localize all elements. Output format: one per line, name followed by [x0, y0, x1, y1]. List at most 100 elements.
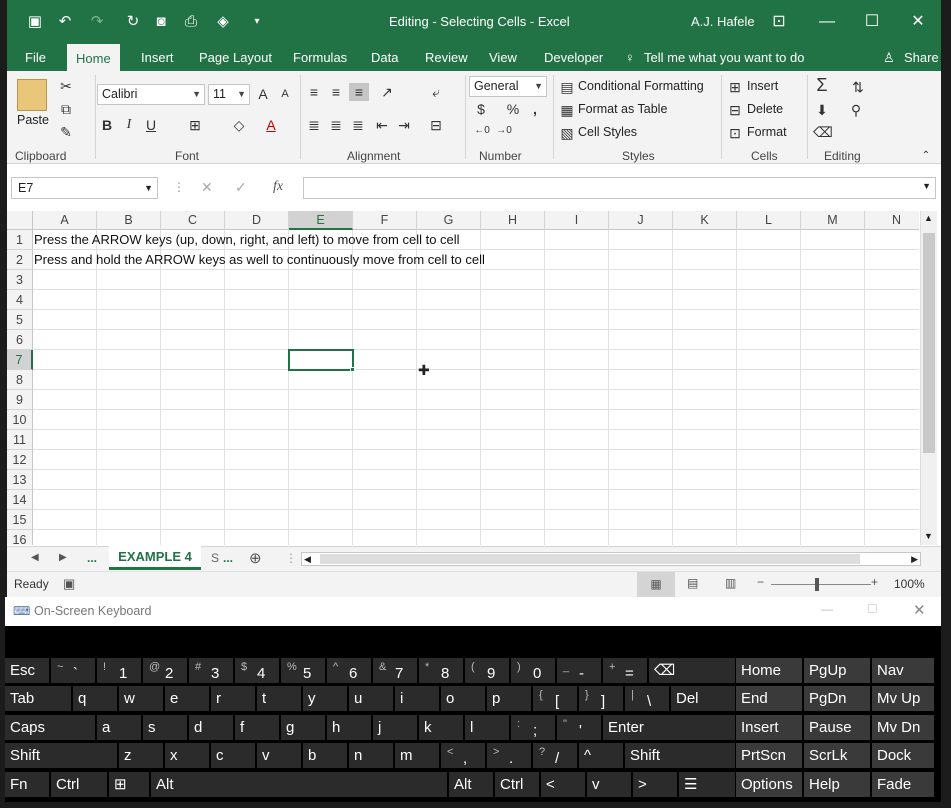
page-layout-view-icon[interactable]: ▤	[687, 576, 698, 590]
macro-record-icon[interactable]: ▣	[63, 576, 75, 592]
osk-key[interactable]: i	[395, 686, 439, 711]
osk-key[interactable]: ~ `	[51, 658, 95, 683]
normal-view-icon[interactable]: ▦	[637, 572, 675, 597]
osk-key[interactable]: k	[419, 715, 463, 740]
row-header-6[interactable]: 6	[7, 330, 33, 350]
osk-nav-key[interactable]: PgDn	[804, 686, 870, 711]
borders-icon[interactable]: ⊞	[187, 116, 203, 134]
new-sheet-icon[interactable]: ⊕	[249, 549, 262, 567]
osk-nav-key[interactable]: PgUp	[804, 658, 870, 683]
osk-key[interactable]: }]	[579, 686, 623, 711]
osk-key[interactable]: u	[349, 686, 393, 711]
osk-key[interactable]: <,	[441, 743, 485, 768]
autosum-icon[interactable]: Σ	[813, 76, 831, 94]
align-left-icon[interactable]: ≣	[305, 116, 323, 134]
sheet-tab-example-4[interactable]: EXAMPLE 4	[109, 546, 201, 570]
tell-me-search[interactable]: Tell me what you want to do	[644, 44, 804, 71]
osk-nav-key[interactable]: Home	[736, 658, 802, 683]
find-select-icon[interactable]: ⚲	[847, 101, 865, 119]
osk-key[interactable]: v	[587, 772, 631, 797]
osk-nav-key[interactable]: Mv Dn	[872, 715, 934, 740]
formula-input[interactable]: ▼	[303, 177, 936, 199]
osk-key[interactable]: y	[303, 686, 347, 711]
osk-key[interactable]: Enter	[603, 715, 735, 740]
scroll-down-icon[interactable]: ▼	[924, 531, 933, 541]
osk-key[interactable]: <	[541, 772, 585, 797]
paste-button[interactable]: Paste	[17, 113, 49, 127]
osk-nav-key[interactable]: Options	[736, 772, 802, 797]
osk-key[interactable]: & 7	[373, 658, 417, 683]
osk-key[interactable]: n	[349, 743, 393, 768]
wrap-text-icon[interactable]: ⤶	[427, 83, 445, 101]
maximize-icon[interactable]: ☐	[860, 10, 884, 34]
scroll-up-icon[interactable]: ▲	[924, 213, 933, 223]
row-header-4[interactable]: 4	[7, 290, 33, 310]
osk-nav-key[interactable]: Mv Up	[872, 686, 934, 711]
osk-key[interactable]: % 5	[281, 658, 325, 683]
osk-key[interactable]: Ctrl	[495, 772, 539, 797]
osk-key[interactable]: t	[257, 686, 301, 711]
fill-handle[interactable]	[350, 367, 355, 372]
osk-key[interactable]: ? /	[533, 743, 577, 768]
osk-key[interactable]: w	[119, 686, 163, 711]
osk-key[interactable]: Shift	[5, 743, 117, 768]
osk-key[interactable]: d	[189, 715, 233, 740]
row-header-10[interactable]: 10	[7, 410, 33, 430]
zoom-out-icon[interactable]: −	[757, 575, 764, 589]
osk-key[interactable]: Tab	[5, 686, 71, 711]
expand-formula-icon[interactable]: ▼	[922, 181, 931, 191]
column-header-n[interactable]: N	[865, 211, 919, 230]
row-header-15[interactable]: 15	[7, 510, 33, 530]
cell-a1[interactable]: Press the ARROW keys (up, down, right, a…	[34, 230, 460, 250]
column-header-i[interactable]: I	[545, 211, 609, 230]
print-preview-icon[interactable]: ⎙	[181, 12, 201, 32]
font-size-combo[interactable]: 11 ▼	[208, 84, 250, 105]
osk-close-icon[interactable]: ✕	[913, 601, 926, 619]
osk-key[interactable]: o	[441, 686, 485, 711]
delete-button[interactable]: Delete	[747, 102, 783, 116]
clear-icon[interactable]: ⌫	[813, 123, 833, 141]
tab-review[interactable]: Review	[425, 44, 468, 71]
zoom-in-icon[interactable]: +	[871, 575, 878, 589]
column-header-a[interactable]: A	[33, 211, 97, 230]
fill-down-icon[interactable]: ⬇	[813, 101, 831, 119]
cancel-icon[interactable]: ✕	[201, 179, 213, 196]
row-header-7[interactable]: 7	[7, 350, 33, 370]
user-name[interactable]: A.J. Hafele	[691, 14, 755, 29]
format-painter-icon[interactable]: ✎	[57, 123, 75, 141]
horizontal-scrollbar[interactable]: ◀ ▶	[301, 552, 921, 566]
insert-button[interactable]: Insert	[747, 79, 778, 93]
vertical-scrollbar[interactable]: ▲ ▼	[920, 211, 937, 545]
cell-styles-button[interactable]: Cell Styles	[578, 125, 637, 139]
align-bottom-icon[interactable]: ≡	[349, 83, 369, 101]
zoom-slider-thumb[interactable]	[815, 578, 819, 591]
osk-minimize-icon[interactable]: —	[821, 602, 833, 616]
row-header-1[interactable]: 1	[7, 230, 33, 250]
ribbon-display-icon[interactable]: ⊡	[767, 10, 791, 34]
undo-icon[interactable]: ↶	[55, 12, 75, 32]
row-header-14[interactable]: 14	[7, 490, 33, 510]
align-right-icon[interactable]: ≣	[349, 116, 367, 134]
osk-key[interactable]: c	[211, 743, 255, 768]
row-header-5[interactable]: 5	[7, 310, 33, 330]
align-middle-icon[interactable]: ≡	[327, 83, 345, 101]
orientation-icon[interactable]: ↗	[375, 83, 399, 101]
osk-key[interactable]: @2	[143, 658, 187, 683]
osk-key[interactable]: | \	[625, 686, 669, 711]
redo-icon[interactable]: ↷	[87, 12, 107, 32]
osk-nav-key[interactable]: PrtScn	[736, 743, 802, 768]
osk-key[interactable]: ) 0	[511, 658, 555, 683]
tab-home[interactable]: Home	[67, 44, 120, 71]
increase-indent-icon[interactable]: ⇥	[395, 116, 413, 134]
osk-key[interactable]: Alt	[449, 772, 493, 797]
osk-key[interactable]: ☰	[679, 772, 735, 797]
currency-button[interactable]: $	[473, 100, 489, 118]
column-header-d[interactable]: D	[225, 211, 289, 230]
osk-nav-key[interactable]: Nav	[872, 658, 934, 683]
format-button[interactable]: Format	[747, 125, 787, 139]
splitter-icon[interactable]: ⋮	[285, 551, 297, 565]
osk-key[interactable]: e	[165, 686, 209, 711]
align-top-icon[interactable]: ≡	[305, 83, 323, 101]
osk-key[interactable]: s	[143, 715, 187, 740]
font-color-icon[interactable]: A	[263, 116, 279, 134]
